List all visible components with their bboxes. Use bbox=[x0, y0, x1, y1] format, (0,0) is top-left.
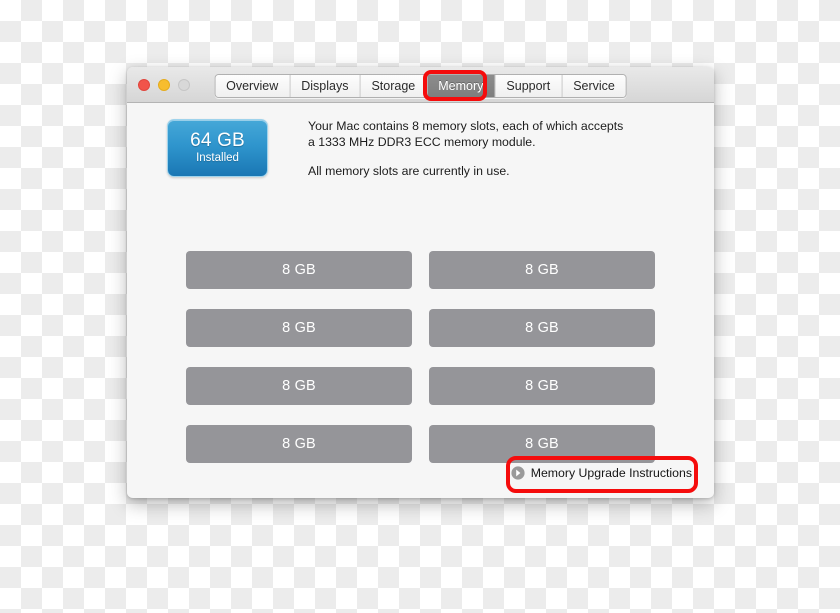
memory-description: Your Mac contains 8 memory slots, each o… bbox=[308, 119, 638, 180]
tab-displays[interactable]: Displays bbox=[290, 75, 361, 97]
installed-memory-badge: 64 GB Installed bbox=[167, 119, 268, 177]
memory-slot[interactable]: 8 GB bbox=[429, 367, 655, 405]
memory-description-line-3: All memory slots are currently in use. bbox=[308, 164, 510, 178]
minimize-button-icon[interactable] bbox=[158, 79, 170, 91]
memory-slot[interactable]: 8 GB bbox=[429, 425, 655, 463]
window-titlebar: Overview Displays Storage Memory Support… bbox=[127, 67, 714, 103]
tab-overview[interactable]: Overview bbox=[215, 75, 291, 97]
arrow-right-circle-icon bbox=[511, 466, 525, 480]
memory-slot[interactable]: 8 GB bbox=[186, 425, 412, 463]
memory-upgrade-instructions-link[interactable]: Memory Upgrade Instructions bbox=[511, 466, 692, 480]
memory-upgrade-instructions-label: Memory Upgrade Instructions bbox=[530, 466, 692, 480]
memory-summary: 64 GB Installed Your Mac contains 8 memo… bbox=[127, 103, 714, 198]
installed-memory-state: Installed bbox=[196, 152, 239, 164]
zoom-button-icon[interactable] bbox=[178, 79, 190, 91]
about-this-mac-window: Overview Displays Storage Memory Support… bbox=[127, 67, 714, 498]
tab-support[interactable]: Support bbox=[495, 75, 563, 97]
tab-bar: Overview Displays Storage Memory Support… bbox=[214, 74, 627, 98]
memory-slot-grid: 8 GB 8 GB 8 GB 8 GB 8 GB 8 GB 8 GB 8 GB bbox=[186, 251, 655, 463]
tab-storage[interactable]: Storage bbox=[360, 75, 428, 97]
memory-slot[interactable]: 8 GB bbox=[429, 251, 655, 289]
memory-slot[interactable]: 8 GB bbox=[429, 309, 655, 347]
close-button-icon[interactable] bbox=[138, 79, 150, 91]
window-controls bbox=[138, 79, 190, 91]
memory-slot[interactable]: 8 GB bbox=[186, 251, 412, 289]
tab-memory[interactable]: Memory bbox=[427, 75, 496, 97]
installed-memory-size: 64 GB bbox=[190, 130, 245, 151]
memory-panel: 64 GB Installed Your Mac contains 8 memo… bbox=[127, 103, 714, 497]
memory-slot[interactable]: 8 GB bbox=[186, 367, 412, 405]
memory-description-line-2: a 1333 MHz DDR3 ECC memory module. bbox=[308, 134, 536, 149]
memory-slot[interactable]: 8 GB bbox=[186, 309, 412, 347]
memory-description-line-1: Your Mac contains 8 memory slots, each o… bbox=[308, 119, 624, 133]
tab-service[interactable]: Service bbox=[562, 75, 626, 97]
